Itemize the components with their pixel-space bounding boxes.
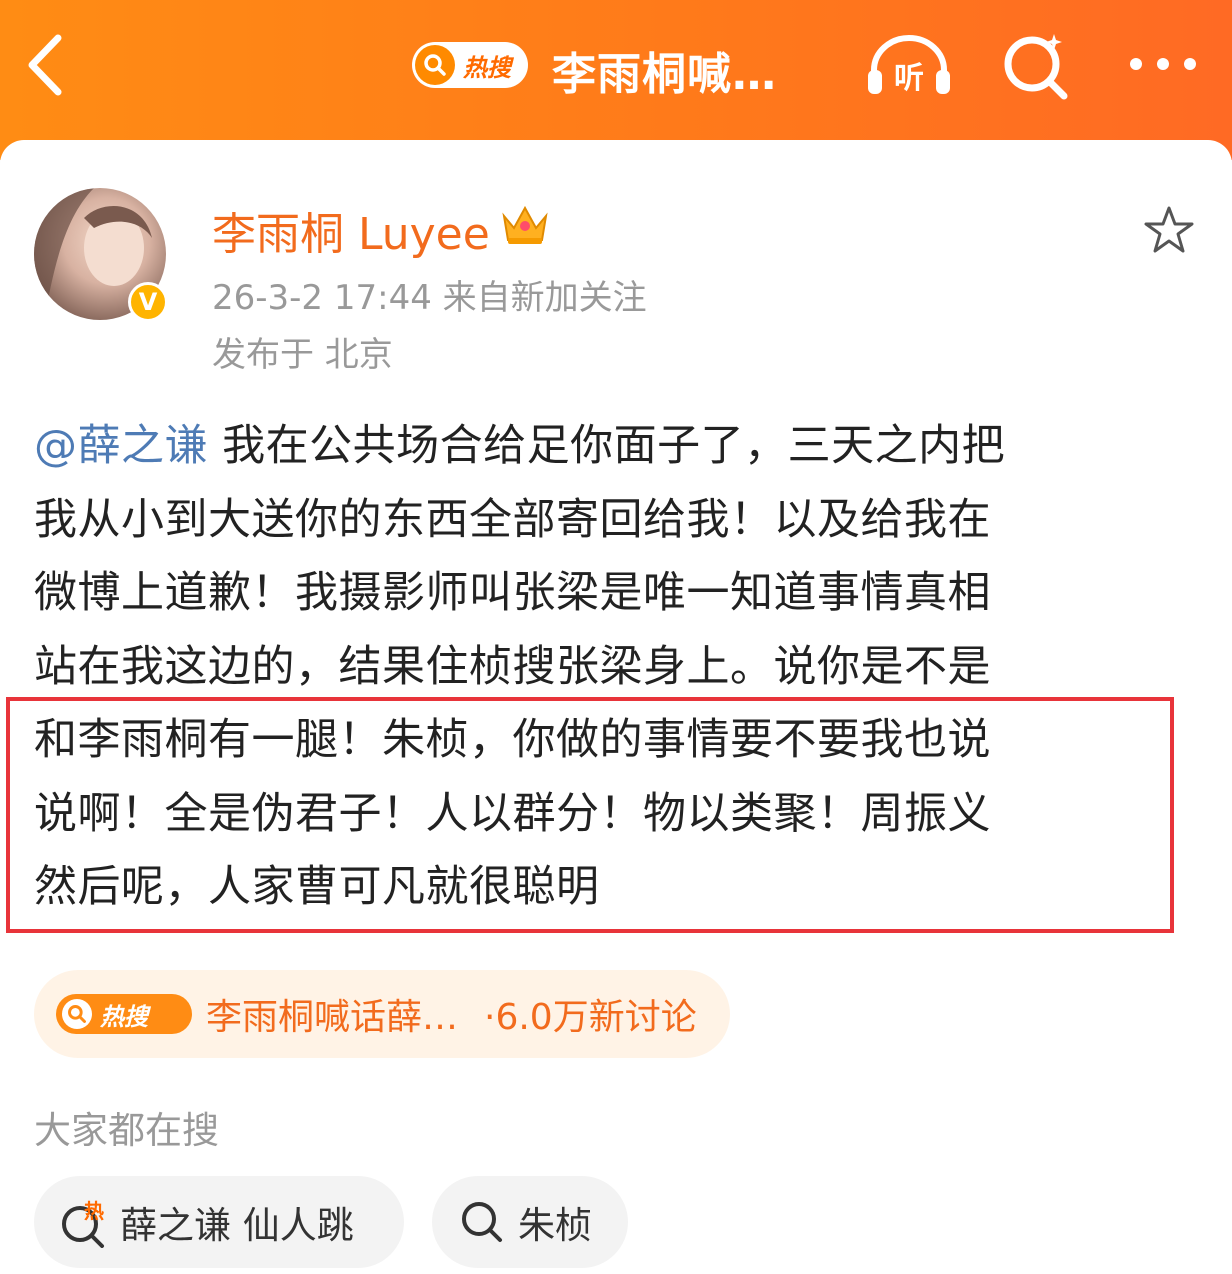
related-search-chip[interactable]: 朱桢 — [432, 1176, 628, 1268]
post-time-source: 26-3-2 17:44 来自新加关注 — [212, 278, 647, 318]
hot-search-label: 热搜 — [463, 53, 511, 82]
post-location: 发布于 北京 — [212, 335, 393, 375]
search-icon[interactable] — [998, 28, 1074, 104]
author-name[interactable]: 李雨桐 Luyee — [212, 198, 490, 262]
related-search-title: 大家都在搜 — [34, 1109, 219, 1152]
related-search-chip[interactable]: 热 薛之谦 仙人跳 — [34, 1176, 404, 1268]
headphones-icon[interactable]: 听 — [864, 30, 954, 100]
post-line-text: 我在公共场合给足你面子了，三天之内把 — [208, 421, 1006, 471]
chip-label: 朱桢 — [518, 1204, 592, 1247]
post-line: 我从小到大送你的东西全部寄回给我！以及给我在 — [34, 494, 991, 545]
star-icon[interactable] — [1142, 204, 1196, 258]
hot-search-icon: 热 — [62, 1199, 104, 1248]
hot-mark: 热 — [84, 1199, 104, 1223]
post-line: 微博上道歉！我摄影师叫张梁是唯一知道事情真相 — [34, 568, 991, 618]
post-line: 站在我这边的，结果住桢搜张梁身上。说你是不是 — [34, 641, 991, 692]
highlight-box — [6, 697, 1174, 933]
search-icon — [415, 45, 455, 85]
mention-link[interactable]: @薛之谦 — [34, 421, 208, 471]
back-arrow-icon[interactable] — [22, 30, 72, 100]
hot-topic-link[interactable]: 热搜 李雨桐喊话薛… ·6.0万新讨论 — [34, 970, 730, 1058]
listen-label: 听 — [894, 61, 924, 96]
hot-search-badge: 热搜 — [56, 994, 192, 1034]
crown-icon — [502, 205, 548, 244]
topic-discussion-count: ·6.0万新讨论 — [484, 997, 697, 1038]
post-line: @薛之谦 我在公共场合给足你面子了，三天之内把 — [34, 410, 1204, 484]
more-options-icon[interactable] — [1126, 52, 1200, 76]
verified-badge: V — [128, 282, 168, 322]
page-title: 李雨桐喊… — [552, 49, 777, 100]
chip-label: 薛之谦 仙人跳 — [120, 1204, 354, 1247]
search-icon — [462, 1202, 502, 1242]
topic-title: 李雨桐喊话薛… — [206, 997, 459, 1038]
hot-search-label: 热搜 — [100, 1002, 148, 1031]
hot-search-badge[interactable]: 热搜 — [412, 42, 528, 88]
top-bar: 热搜 李雨桐喊… 听 — [0, 0, 1232, 160]
search-icon — [62, 999, 92, 1029]
